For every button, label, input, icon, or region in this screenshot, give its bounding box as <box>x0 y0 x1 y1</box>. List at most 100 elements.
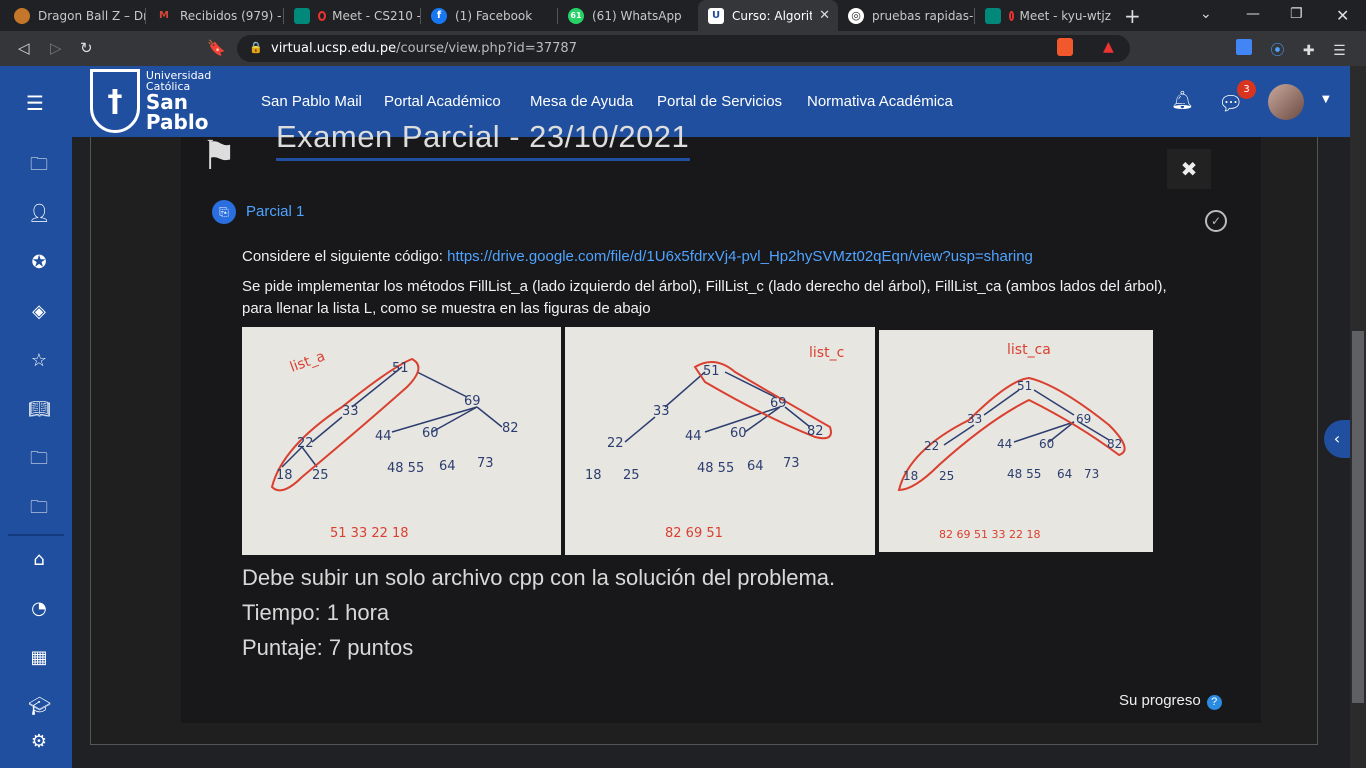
svg-text:82: 82 <box>1107 437 1122 451</box>
browser-tab[interactable]: Dragon Ball Z – Dra <box>4 0 146 31</box>
tree-drawing-a: 51 33 69 22 44 60 82 18 25 48 55 64 73 list_a 51 … <box>270 348 519 541</box>
help-icon[interactable]: ? <box>1206 695 1222 710</box>
task-paragraph: Se pide implementar los métodos FillList… <box>242 278 1167 317</box>
close-tab-icon[interactable]: ✕ <box>819 8 830 23</box>
svg-text:18: 18 <box>276 468 293 483</box>
page-scrollbar[interactable] <box>1350 66 1366 768</box>
ucsp-logo[interactable]: † Universidad Católica San Pablo <box>90 68 254 134</box>
tree-image-list-a[interactable]: 51 33 69 22 44 60 82 18 25 48 55 64 73 list_a 51 … <box>242 327 561 555</box>
assignment-icon: ⎘ <box>212 200 236 224</box>
drive-link[interactable]: https://drive.google.com/file/d/1U6x5fdr… <box>447 248 1033 265</box>
progress-indicator: Su progreso? <box>1119 692 1222 710</box>
svg-text:64: 64 <box>747 459 764 474</box>
star-icon[interactable]: ☆ <box>28 351 50 371</box>
svg-text:69: 69 <box>770 396 787 411</box>
menu-icon[interactable]: ☰ <box>1333 43 1346 59</box>
badge-icon[interactable]: ✪ <box>28 253 50 273</box>
svg-text:60: 60 <box>422 426 439 441</box>
flag-icon: ⚑ <box>201 133 237 179</box>
nav-link-portal-academico[interactable]: Portal Académico <box>384 93 501 110</box>
dashboard-icon[interactable]: ◔ <box>28 599 50 619</box>
browser-tab[interactable]: Meet - CS210 - <box>284 0 421 31</box>
svg-text:18: 18 <box>903 469 918 483</box>
svg-text:82: 82 <box>807 424 824 439</box>
browser-tab[interactable]: Meet - kyu-wtjz <box>975 0 1111 31</box>
browser-tab[interactable]: ◎pruebas rapidas-1 - <box>838 0 975 31</box>
activity-link[interactable]: Parcial 1 <box>246 203 304 220</box>
svg-text:82: 82 <box>502 421 519 436</box>
hamburger-icon[interactable]: ☰ <box>26 91 44 115</box>
minimize-icon[interactable]: — <box>1246 6 1260 22</box>
svg-text:22: 22 <box>924 439 939 453</box>
section-panel: ⚑ Examen Parcial - 23/10/2021 ✖ ⎘ Parcia… <box>181 119 1261 723</box>
tree-image-list-ca[interactable]: 51 33 69 22 44 60 82 18 25 48 55 64 73 list_ca 82… <box>879 330 1153 552</box>
svg-text:51 33 22 18: 51 33 22 18 <box>330 526 409 541</box>
ucsp-icon: U <box>708 7 724 24</box>
browser-tab[interactable]: 61 (61) WhatsApp <box>558 0 698 31</box>
course-frame: ⚑ Examen Parcial - 23/10/2021 ✖ ⎘ Parcia… <box>90 119 1318 745</box>
whatsapp-icon: 61 <box>568 7 584 24</box>
left-nav-sidebar: 🗀 👤︎ ✪ ◈ ☆ 📖︎ 🗀 🗀 ⌂ ◔ ▦ 🎓︎ ⚙ <box>0 137 72 768</box>
nav-link-normativa[interactable]: Normativa Académica <box>807 93 953 110</box>
translate-icon[interactable] <box>1236 39 1252 55</box>
graduation-cap-icon[interactable]: 🎓︎ <box>28 697 51 717</box>
svg-text:60: 60 <box>1039 437 1054 451</box>
layers-icon[interactable]: ◈ <box>28 302 50 322</box>
calendar-icon[interactable]: ▦ <box>28 648 50 668</box>
browser-tab-active[interactable]: UCurso: Algoritm✕ <box>698 0 838 31</box>
new-tab-button[interactable]: + <box>1124 4 1141 28</box>
url-field[interactable]: 🔒 virtual.ucsp.edu.pe/course/view.php?id… <box>237 35 1130 62</box>
svg-text:25: 25 <box>939 469 954 483</box>
svg-text:list_a: list_a <box>288 348 327 375</box>
instruction-line-1: Debe subir un solo archivo cpp con la so… <box>242 565 836 590</box>
svg-text:22: 22 <box>297 436 314 451</box>
back-icon[interactable]: ◁ <box>18 39 30 57</box>
folder-icon[interactable]: 🗀 <box>28 498 50 518</box>
sidebar-divider <box>8 534 64 536</box>
svg-text:69: 69 <box>1076 412 1091 426</box>
meet-icon <box>294 7 310 24</box>
chevron-down-icon[interactable]: ▼ <box>1322 94 1330 105</box>
folder-icon[interactable]: 🗀 <box>28 155 50 175</box>
intro-paragraph: Considere el siguiente código: https://d… <box>242 248 1033 265</box>
close-window-icon[interactable]: ✕ <box>1336 6 1349 25</box>
svg-text:48 55: 48 55 <box>697 461 734 476</box>
close-button[interactable]: ✖ <box>1167 149 1211 189</box>
browser-tab[interactable]: f (1) Facebook <box>421 0 558 31</box>
cast-icon[interactable]: ⦿ <box>1270 43 1284 59</box>
reload-icon[interactable]: ↻ <box>80 39 93 57</box>
svg-text:33: 33 <box>653 404 670 419</box>
svg-text:48 55: 48 55 <box>1007 467 1041 481</box>
tab-search-icon[interactable]: ⌄ <box>1200 6 1212 22</box>
brave-shield-icon[interactable] <box>1057 38 1073 56</box>
notification-badge: 3 <box>1237 80 1256 99</box>
nav-link-portal-servicios[interactable]: Portal de Servicios <box>657 93 782 110</box>
nav-link-mesa-ayuda[interactable]: Mesa de Ayuda <box>530 93 633 110</box>
tree-image-list-c[interactable]: 51 33 69 22 44 60 82 18 25 48 55 64 73 list_c 82 … <box>565 327 875 555</box>
facebook-icon: f <box>431 7 447 24</box>
participants-icon[interactable]: 👤︎ <box>28 204 51 224</box>
home-icon[interactable]: ⌂ <box>28 550 50 570</box>
brave-rewards-icon[interactable]: ▲ <box>1103 39 1114 55</box>
svg-text:69: 69 <box>464 394 481 409</box>
nav-link-mail[interactable]: San Pablo Mail <box>261 93 362 110</box>
restore-icon[interactable]: ❐ <box>1290 6 1303 22</box>
svg-text:25: 25 <box>312 468 329 483</box>
forward-icon[interactable]: ▷ <box>50 39 62 57</box>
certificate-icon[interactable]: ⚙ <box>28 732 50 752</box>
browser-tab[interactable]: MRecibidos (979) - ha <box>146 0 284 31</box>
browser-tab-bar: Dragon Ball Z – Dra MRecibidos (979) - h… <box>0 0 1366 31</box>
svg-text:51: 51 <box>1017 379 1032 393</box>
bell-icon[interactable]: 🔔︎ <box>1171 90 1194 111</box>
completion-check-icon[interactable]: ✓ <box>1205 210 1227 232</box>
extensions-icon[interactable]: ✚ <box>1303 43 1315 59</box>
avatar[interactable] <box>1268 84 1304 120</box>
folder-icon[interactable]: 🗀 <box>28 449 50 469</box>
svg-text:list_ca: list_ca <box>1007 342 1051 358</box>
address-bar-row: ◁ ▷ ↻ 🔖 🔒 virtual.ucsp.edu.pe/course/vie… <box>0 31 1366 66</box>
svg-text:33: 33 <box>342 404 359 419</box>
svg-text:73: 73 <box>1084 467 1099 481</box>
bookmark-icon[interactable]: 🔖 <box>207 39 226 57</box>
book-icon[interactable]: 📖︎ <box>28 400 51 420</box>
scrollbar-thumb[interactable] <box>1352 331 1364 703</box>
